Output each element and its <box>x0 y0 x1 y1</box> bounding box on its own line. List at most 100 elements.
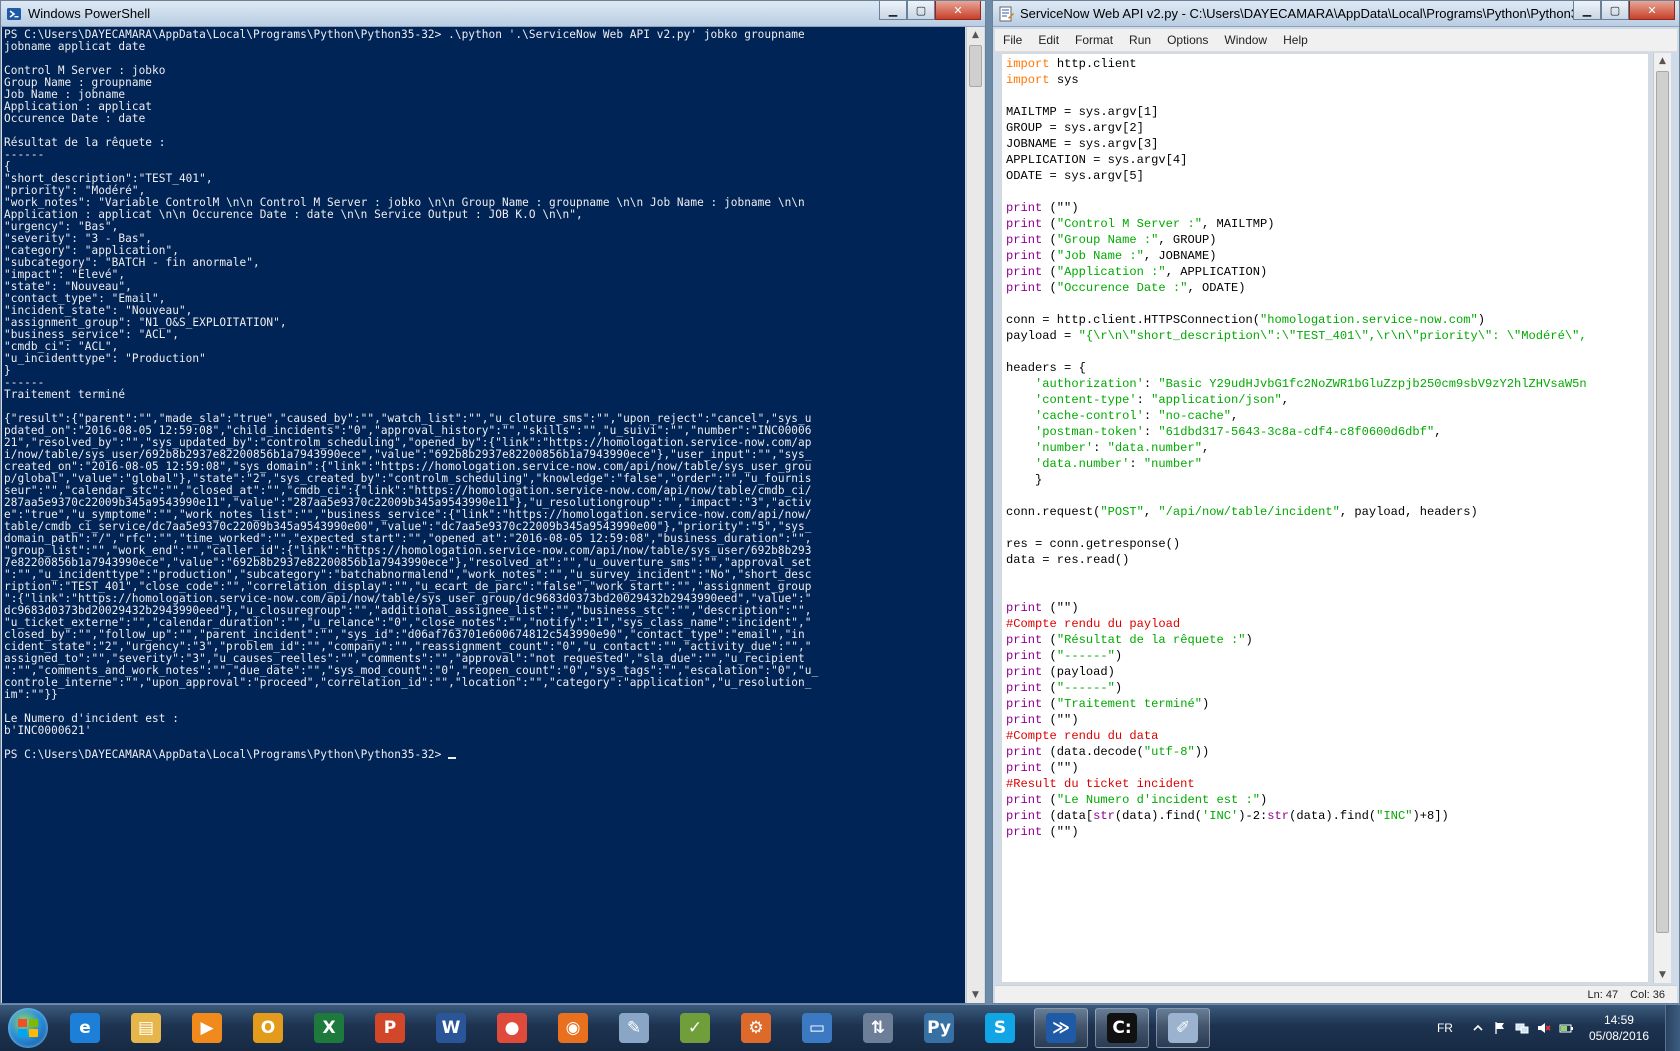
idle-titlebar[interactable]: ServiceNow Web API v2.py - C:\Users\DAYE… <box>993 1 1679 27</box>
code-token: ("") <box>1049 601 1079 615</box>
clock[interactable]: 14:59 05/08/2016 <box>1589 1012 1649 1044</box>
scroll-down-arrow-icon[interactable]: ▼ <box>967 987 984 1003</box>
code-token: print <box>1006 265 1050 279</box>
code-token: "Traitement terminé" <box>1056 697 1202 711</box>
code-token: "Le Numero d'incident est :" <box>1056 793 1261 807</box>
code-token: str <box>1093 809 1115 823</box>
taskbar-button-internet-explorer[interactable]: e <box>58 1008 112 1048</box>
menu-file[interactable]: File <box>995 33 1030 47</box>
console-prompt: PS C:\Users\DAYECAMARA\AppData\Local\Pro… <box>4 748 449 761</box>
network-icon[interactable] <box>1515 1021 1529 1035</box>
code-token: 'cache-control' <box>1035 409 1144 423</box>
taskbar-button-firefox[interactable]: ◉ <box>546 1008 600 1048</box>
scroll-thumb[interactable] <box>1656 71 1669 933</box>
show-hidden-icons-icon[interactable] <box>1471 1021 1485 1035</box>
scroll-down-arrow-icon[interactable]: ▼ <box>1654 967 1671 983</box>
taskbar-button-skype[interactable]: S <box>973 1008 1027 1048</box>
powershell-titlebar[interactable]: Windows PowerShell ▁ ▢ ✕ <box>1 1 985 27</box>
taskbar-button-network[interactable]: ⇅ <box>851 1008 905 1048</box>
taskbar-button-paint[interactable]: ✎ <box>607 1008 661 1048</box>
idle-editor-window[interactable]: ServiceNow Web API v2.py - C:\Users\DAYE… <box>992 0 1680 1004</box>
code-token: ) <box>1114 649 1123 663</box>
code-token: "Group Name :" <box>1056 233 1159 247</box>
taskbar-button-outlook[interactable]: O <box>241 1008 295 1048</box>
scroll-thumb[interactable] <box>969 45 982 87</box>
taskbar-button-cmd[interactable]: C: <box>1095 1008 1149 1048</box>
minimize-button[interactable]: ▁ <box>1573 1 1601 20</box>
code-token: print <box>1006 201 1050 215</box>
taskbar-button-python[interactable]: Py <box>912 1008 966 1048</box>
code-token: print <box>1006 249 1050 263</box>
internet-explorer-icon: e <box>70 1013 100 1043</box>
scroll-up-arrow-icon[interactable]: ▲ <box>967 27 984 43</box>
code-token: print <box>1006 649 1050 663</box>
code-line: print ("------") <box>1006 648 1644 664</box>
maximize-button[interactable]: ▢ <box>1601 1 1629 20</box>
taskbar-button-tool[interactable]: ⚙ <box>729 1008 783 1048</box>
menu-window[interactable]: Window <box>1216 33 1275 47</box>
power-icon[interactable] <box>1559 1021 1573 1035</box>
code-token: ODATE = sys.argv[5] <box>1006 169 1144 183</box>
menu-format[interactable]: Format <box>1067 33 1121 47</box>
taskbar-button-excel[interactable]: X <box>302 1008 356 1048</box>
start-button[interactable] <box>8 1008 48 1048</box>
code-token: "utf-8" <box>1143 745 1195 759</box>
minimize-button[interactable]: ▁ <box>879 1 907 20</box>
console-area[interactable]: PS C:\Users\DAYECAMARA\AppData\Local\Pro… <box>2 27 965 1003</box>
menu-help[interactable]: Help <box>1275 33 1316 47</box>
system-tray: FR 14:59 05/08/2016 <box>1437 1005 1680 1051</box>
code-token: "application/json" <box>1151 393 1282 407</box>
code-line: 'authorization': "Basic Y29udHJvbG1fc2No… <box>1006 376 1644 392</box>
close-button[interactable]: ✕ <box>935 1 981 20</box>
code-token: headers = { <box>1006 361 1086 375</box>
code-token: )+8]) <box>1412 809 1449 823</box>
powershell-title: Windows PowerShell <box>28 6 151 21</box>
taskbar-button-word[interactable]: W <box>424 1008 478 1048</box>
language-indicator[interactable]: FR <box>1437 1021 1453 1035</box>
scroll-up-arrow-icon[interactable]: ▲ <box>1654 53 1671 69</box>
taskbar-button-chrome[interactable]: ● <box>485 1008 539 1048</box>
code-token: (data).find( <box>1289 809 1377 823</box>
code-line: print ("Group Name :", GROUP) <box>1006 232 1644 248</box>
editor-scrollbar[interactable]: ▲ ▼ <box>1653 53 1671 983</box>
powershell-window[interactable]: Windows PowerShell ▁ ▢ ✕ PS C:\Users\DAY… <box>0 0 986 1004</box>
code-token: "61dbd317-5643-3c8a-cdf4-c8f0600d6dbf" <box>1158 425 1435 439</box>
taskbar-button-powerpoint[interactable]: P <box>363 1008 417 1048</box>
firefox-icon: ◉ <box>558 1013 588 1043</box>
taskbar-button-notepad-chart[interactable]: ✓ <box>668 1008 722 1048</box>
flag-icon[interactable] <box>1493 1021 1507 1035</box>
code-line: #Compte rendu du payload <box>1006 616 1644 632</box>
clock-time: 14:59 <box>1603 1013 1634 1027</box>
code-token: , <box>1281 393 1290 407</box>
code-token: : <box>1143 409 1159 423</box>
taskbar-button-media-player[interactable]: ▶ <box>180 1008 234 1048</box>
code-token: ("") <box>1049 761 1079 775</box>
code-editor[interactable]: import http.client import sys MAILTMP = s… <box>1001 53 1649 983</box>
code-line: print ("Control M Server :", MAILTMP) <box>1006 216 1644 232</box>
code-text: import http.client import sys MAILTMP = s… <box>1002 54 1648 842</box>
taskbar-button-powershell[interactable]: ≫ <box>1034 1008 1088 1048</box>
taskbar-button-windows-explorer[interactable]: ▤ <box>119 1008 173 1048</box>
code-token: print <box>1006 233 1050 247</box>
menu-edit[interactable]: Edit <box>1030 33 1067 47</box>
menu-options[interactable]: Options <box>1159 33 1216 47</box>
code-token: "/api/now/table/incident" <box>1158 505 1340 519</box>
show-desktop-button[interactable] <box>1665 1005 1680 1051</box>
code-token: : <box>1129 457 1144 471</box>
console-scrollbar[interactable]: ▲ ▼ <box>966 27 984 1003</box>
code-token: "homologation.service-now.com" <box>1260 313 1478 327</box>
taskbar-button-idle-editor[interactable]: ✐ <box>1156 1008 1210 1048</box>
volume-muted-icon[interactable] <box>1537 1021 1551 1035</box>
menu-run[interactable]: Run <box>1121 33 1159 47</box>
code-token: http.client <box>1056 57 1137 71</box>
taskbar-button-remote-desktop[interactable]: ▭ <box>790 1008 844 1048</box>
code-token: ) <box>1245 633 1253 647</box>
powerpoint-icon: P <box>375 1013 405 1043</box>
close-button[interactable]: ✕ <box>1629 1 1675 20</box>
maximize-button[interactable]: ▢ <box>907 1 935 20</box>
